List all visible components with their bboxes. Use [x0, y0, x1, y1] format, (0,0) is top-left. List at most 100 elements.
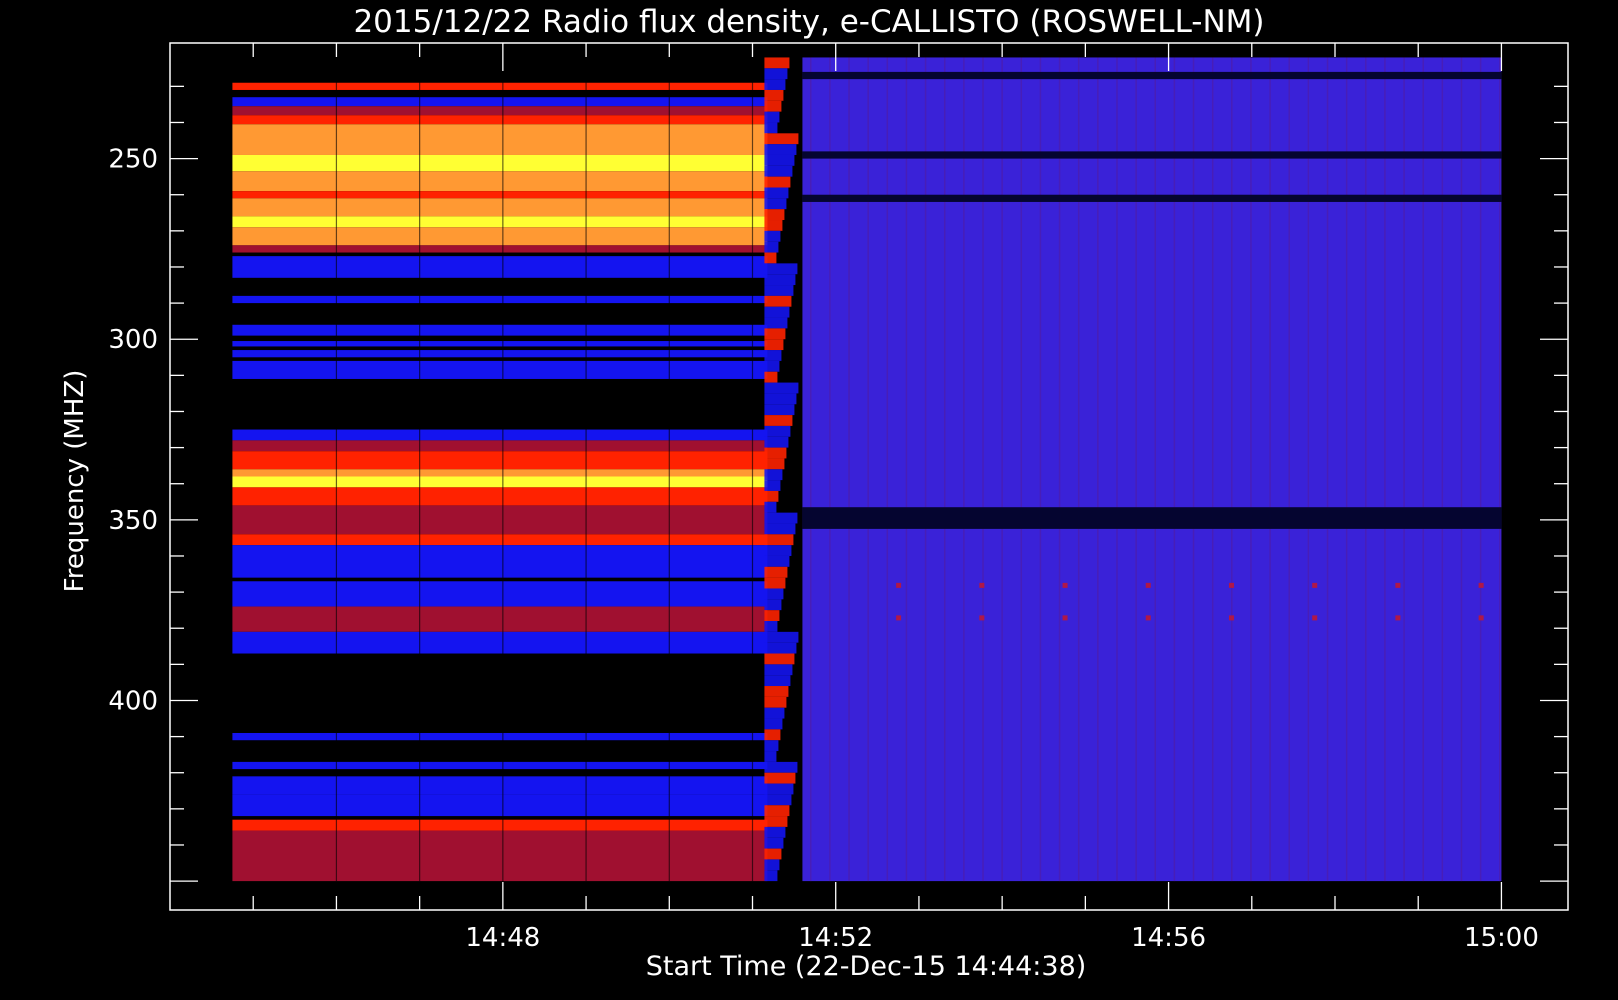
spectrum-band [232, 429, 768, 441]
edge-segment [764, 360, 780, 372]
edge-segment [764, 447, 787, 459]
edge-segment [764, 610, 780, 621]
spectrum-band [232, 171, 768, 192]
spectrum-band [232, 154, 768, 172]
edge-segment [764, 68, 788, 80]
edge-segment [764, 425, 791, 437]
edge-segment [764, 761, 798, 773]
edge-segment [764, 686, 789, 697]
spectrum-band [232, 115, 768, 125]
spectrum-band [232, 256, 768, 278]
spectrum-band [232, 245, 768, 253]
chart-title: 2015/12/22 Radio flux density, e-CALLIST… [353, 4, 1264, 40]
edge-segment [764, 89, 784, 101]
spectrum-band [232, 360, 768, 379]
edge-segment [764, 198, 787, 210]
interference-dot [1145, 582, 1151, 588]
edge-segment [764, 317, 788, 329]
interference-dot [1062, 615, 1068, 621]
spectrum-band [232, 341, 768, 347]
spectrum-band [232, 545, 768, 578]
y-tick-label: 300 [108, 325, 158, 355]
interference-dot [1312, 582, 1318, 588]
edge-segment [764, 295, 792, 307]
edge-segment [764, 187, 789, 199]
edge-segment [764, 772, 796, 784]
dark-gap [802, 507, 1502, 529]
edge-segment [764, 729, 781, 741]
edge-segment [764, 393, 797, 405]
interference-dot [1395, 615, 1401, 621]
edge-segment [764, 837, 784, 849]
spectrum-band [232, 476, 768, 488]
edge-segment [764, 599, 782, 611]
spectrum-band [232, 198, 768, 217]
edge-segment [764, 490, 779, 502]
edge-segment [764, 577, 786, 589]
interference-dot [1145, 615, 1151, 621]
edge-segment [764, 751, 777, 762]
spectrum-band [232, 469, 768, 477]
spectrum-band [232, 761, 768, 770]
dark-gap [802, 71, 1502, 80]
edge-segment [764, 252, 777, 264]
spectrum-band [232, 97, 768, 107]
edge-segment [764, 794, 792, 806]
spectrum-band [232, 324, 768, 336]
y-tick-label: 350 [108, 506, 158, 536]
edge-segment [764, 566, 788, 578]
edge-segment [764, 707, 785, 719]
edge-segment [764, 111, 780, 123]
edge-segment [764, 263, 798, 275]
spectrum-band [232, 440, 768, 452]
spectrogram-chart: 2015/12/22 Radio flux density, e-CALLIST… [60, 4, 1569, 982]
edge-segment [764, 350, 782, 361]
edge-segment [764, 458, 785, 470]
edge-segment [764, 848, 782, 860]
edge-segment [764, 675, 791, 687]
edge-segment [764, 339, 784, 351]
post-burst-emission [802, 57, 1502, 882]
edge-segment [764, 653, 795, 665]
edge-segment [764, 220, 783, 231]
x-axis-label: Start Time (22-Dec-15 14:44:38) [646, 951, 1087, 982]
edge-segment [764, 631, 799, 643]
spectrum-band [232, 732, 768, 741]
spectrum-band [232, 295, 768, 304]
spectrum-band [232, 227, 768, 246]
edge-segment [764, 826, 786, 838]
edge-segment [764, 696, 787, 708]
spectrum-band [232, 794, 768, 817]
x-tick-label: 14:48 [465, 923, 540, 953]
dark-gap [802, 194, 1502, 202]
spectrum-band [232, 505, 768, 535]
interference-dot [1395, 582, 1401, 588]
spectrum-band [232, 581, 768, 607]
interference-dot [1228, 615, 1234, 621]
edge-segment [764, 534, 794, 546]
spectrum-band [232, 819, 768, 831]
y-tick-label: 400 [108, 686, 158, 716]
edge-segment [764, 404, 795, 416]
spectrum-band [232, 451, 768, 470]
edge-segment [764, 57, 790, 69]
edge-segment [764, 306, 790, 318]
spectrum-band [232, 216, 768, 228]
edge-segment [764, 469, 783, 481]
spectrum-band [232, 534, 768, 546]
spectrum-band [232, 776, 768, 795]
interference-dot [1312, 615, 1318, 621]
edge-segment [764, 621, 778, 632]
edge-segment [764, 328, 786, 340]
edge-segment [764, 555, 790, 567]
spectrum-band [232, 606, 768, 632]
edge-segment [764, 154, 795, 166]
edge-segment [764, 144, 797, 155]
edge-segment [764, 230, 781, 242]
interference-dot [979, 582, 985, 588]
interference-dot [1478, 615, 1484, 621]
edge-segment [764, 816, 788, 827]
spectrum-band [232, 106, 768, 116]
edge-segment [764, 165, 793, 177]
edge-segment [764, 718, 783, 730]
